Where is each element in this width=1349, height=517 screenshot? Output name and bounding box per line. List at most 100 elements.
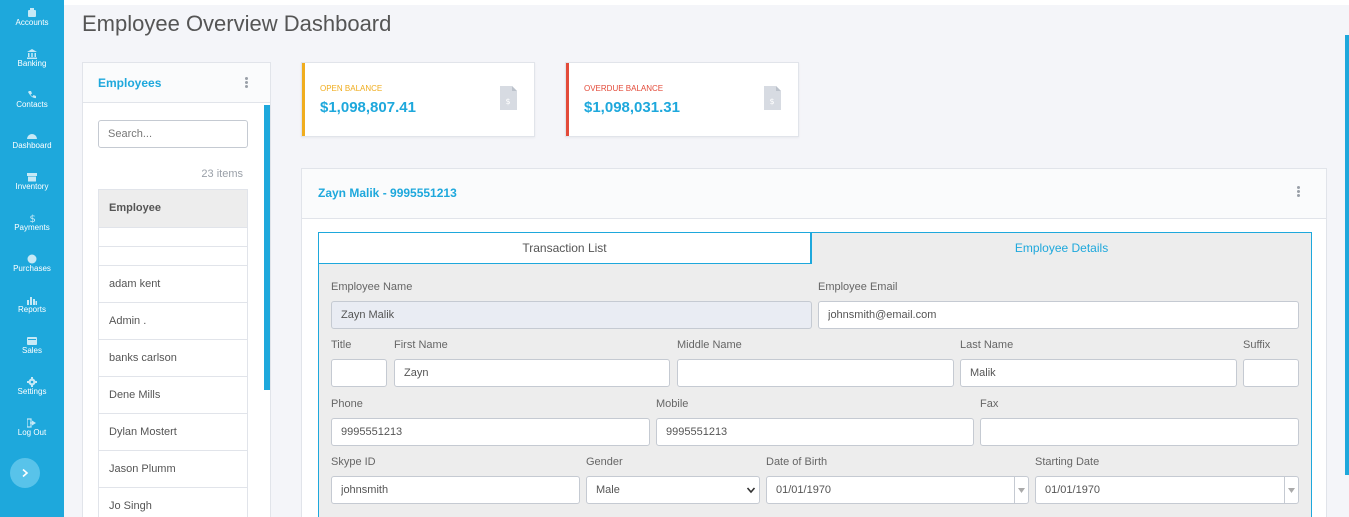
- title-field[interactable]: [331, 359, 387, 387]
- sidebar-item-label: Inventory: [15, 182, 49, 191]
- kebab-menu-icon[interactable]: [1297, 186, 1301, 198]
- card-accent: [302, 63, 305, 136]
- employee-details-form: Employee Name Employee Email Title First…: [318, 264, 1312, 517]
- sidebar: Accounts Banking Contacts Dashboard Inve…: [0, 0, 64, 517]
- sidebar-item-label: Dashboard: [12, 141, 52, 150]
- employee-email-field[interactable]: [818, 301, 1299, 329]
- sidebar-item-settings[interactable]: Settings: [0, 372, 64, 404]
- first-name-label: First Name: [394, 339, 448, 351]
- first-name-field[interactable]: [394, 359, 670, 387]
- phone-field[interactable]: [331, 418, 650, 446]
- phone-icon: [0, 87, 64, 99]
- date-of-birth-label: Date of Birth: [766, 456, 828, 468]
- svg-text:$: $: [30, 214, 36, 223]
- gender-select[interactable]: Male: [586, 476, 760, 504]
- invoice-icon: $: [764, 86, 781, 110]
- list-item[interactable]: Jason Plumm: [99, 451, 247, 488]
- sidebar-item-banking[interactable]: Banking: [0, 44, 64, 76]
- topbar: [64, 0, 1349, 5]
- sidebar-item-label: Settings: [17, 387, 47, 396]
- chart-icon: [0, 292, 64, 305]
- svg-text:$: $: [770, 97, 775, 106]
- employee-detail-panel: Zayn Malik - 9995551213 Transaction List…: [301, 168, 1327, 517]
- skype-id-field[interactable]: [331, 476, 580, 504]
- tab-employee-details[interactable]: Employee Details: [811, 232, 1312, 264]
- filter-row: [99, 247, 247, 266]
- open-balance-value: $1,098,807.41: [320, 99, 416, 116]
- middle-name-label: Middle Name: [677, 339, 742, 351]
- employee-email-label: Employee Email: [818, 281, 898, 293]
- date-of-birth-field[interactable]: [766, 476, 1029, 504]
- fax-field[interactable]: [980, 418, 1299, 446]
- starting-date-picker-button[interactable]: [1284, 476, 1298, 504]
- sidebar-item-logout[interactable]: Log Out: [0, 413, 64, 445]
- mobile-field[interactable]: [656, 418, 974, 446]
- svg-text:$: $: [506, 97, 511, 106]
- employee-column-header[interactable]: Employee: [99, 190, 247, 228]
- invoice-icon: $: [500, 86, 517, 110]
- employees-panel-header: Employees: [83, 63, 270, 103]
- purchases-icon: [0, 251, 64, 264]
- list-item[interactable]: adam kent: [99, 266, 247, 303]
- phone-label: Phone: [331, 398, 363, 410]
- sidebar-item-inventory[interactable]: Inventory: [0, 167, 64, 199]
- dashboard-icon: [0, 128, 64, 140]
- sidebar-item-reports[interactable]: Reports: [0, 290, 64, 322]
- tab-transaction-list[interactable]: Transaction List: [318, 232, 811, 264]
- date-of-birth-picker-button[interactable]: [1014, 476, 1028, 504]
- caret-down-icon: [1288, 487, 1295, 493]
- dollar-icon: $: [0, 210, 64, 225]
- sidebar-item-sales[interactable]: Sales: [0, 331, 64, 363]
- last-name-field[interactable]: [960, 359, 1237, 387]
- sidebar-item-label: Accounts: [15, 18, 49, 27]
- page-title: Employee Overview Dashboard: [82, 11, 392, 36]
- open-balance-label: OPEN BALANCE: [320, 84, 383, 93]
- filter-row: [99, 228, 247, 247]
- open-balance-card: OPEN BALANCE $1,098,807.41 $: [301, 62, 535, 137]
- overdue-balance-value: $1,098,031.31: [584, 99, 680, 116]
- sidebar-item-accounts[interactable]: Accounts: [0, 3, 64, 35]
- sidebar-item-label: Reports: [17, 305, 46, 314]
- skype-id-label: Skype ID: [331, 456, 376, 468]
- chevron-right-icon: [22, 468, 29, 478]
- sidebar-item-label: Purchases: [13, 264, 51, 273]
- starting-date-label: Starting Date: [1035, 456, 1100, 468]
- list-item[interactable]: Admin .: [99, 303, 247, 340]
- gear-icon: [0, 374, 64, 387]
- card-accent: [566, 63, 569, 136]
- sidebar-item-label: Contacts: [16, 100, 48, 109]
- sidebar-item-payments[interactable]: $ Payments: [0, 208, 64, 240]
- middle-name-field[interactable]: [677, 359, 954, 387]
- sidebar-item-label: Sales: [21, 346, 42, 355]
- title-label: Title: [331, 339, 352, 351]
- starting-date-field[interactable]: [1035, 476, 1299, 504]
- employees-scrollbar[interactable]: [264, 105, 270, 390]
- sidebar-item-dashboard[interactable]: Dashboard: [0, 126, 64, 158]
- employee-list: Employee adam kent Admin . banks carlson…: [98, 189, 248, 517]
- caret-down-icon: [1018, 487, 1025, 493]
- list-item[interactable]: banks carlson: [99, 340, 247, 377]
- employee-name-label: Employee Name: [331, 281, 413, 293]
- employee-name-field[interactable]: [331, 301, 812, 329]
- suffix-field[interactable]: [1243, 359, 1299, 387]
- kebab-menu-icon[interactable]: [245, 77, 249, 89]
- employees-panel: Employees 23 items Employee adam kent Ad…: [82, 62, 271, 517]
- sidebar-toggle-button[interactable]: [10, 458, 40, 488]
- inventory-icon: [0, 169, 64, 182]
- sidebar-item-label: Payments: [14, 223, 50, 232]
- sidebar-item-purchases[interactable]: Purchases: [0, 249, 64, 281]
- sidebar-item-label: Log Out: [17, 428, 47, 437]
- list-item[interactable]: Dylan Mostert: [99, 414, 247, 451]
- accounts-icon: [0, 5, 64, 17]
- sidebar-item-label: Banking: [17, 59, 47, 68]
- sidebar-item-contacts[interactable]: Contacts: [0, 85, 64, 117]
- mobile-label: Mobile: [656, 398, 689, 410]
- employee-detail-header: Zayn Malik - 9995551213: [302, 169, 1326, 219]
- list-item[interactable]: Dene Mills: [99, 377, 247, 414]
- employee-detail-title: Zayn Malik - 9995551213: [318, 186, 457, 200]
- list-item[interactable]: Jo Singh: [99, 488, 247, 517]
- employee-search-input[interactable]: [98, 120, 248, 148]
- overdue-balance-card: OVERDUE BALANCE $1,098,031.31 $: [565, 62, 799, 137]
- page-scrollbar[interactable]: [1345, 35, 1349, 475]
- last-name-label: Last Name: [960, 339, 1014, 351]
